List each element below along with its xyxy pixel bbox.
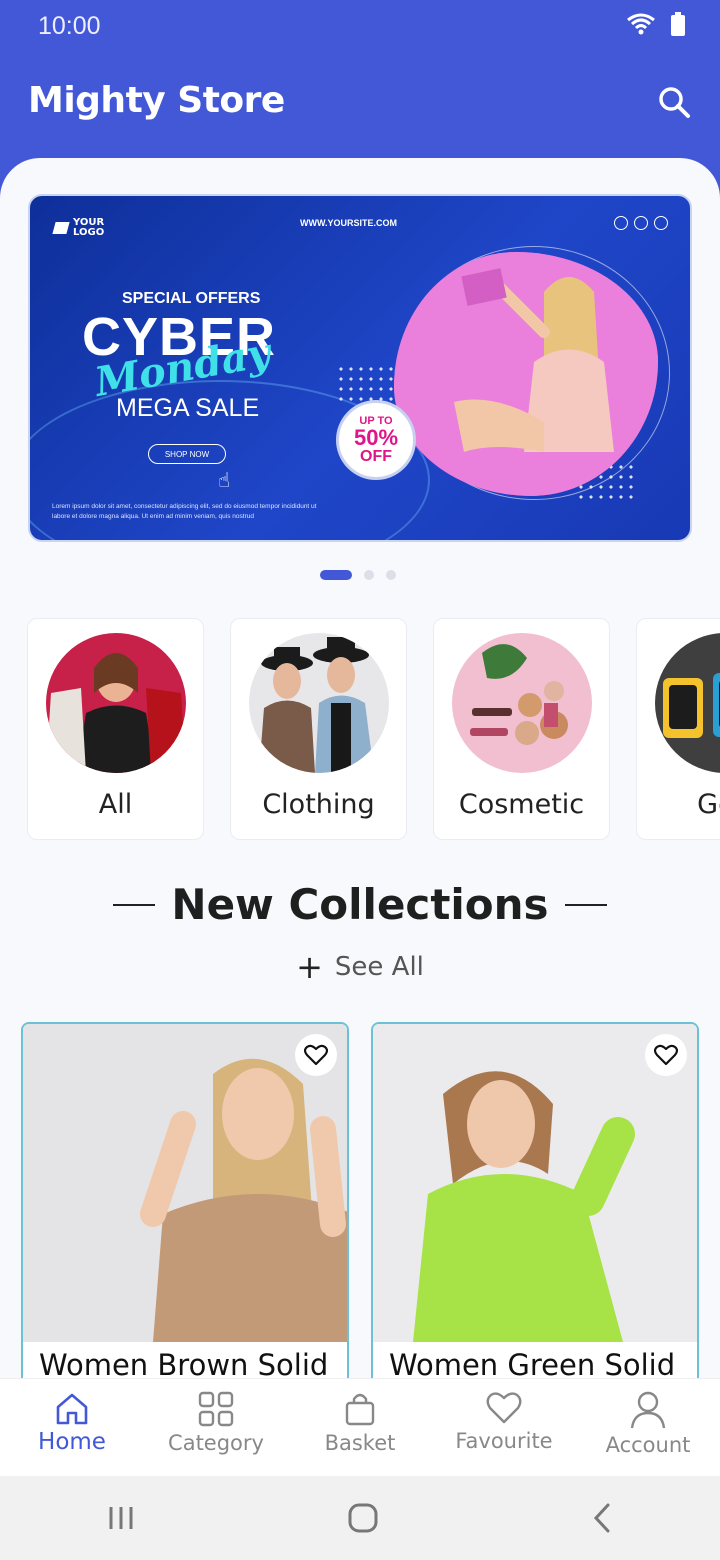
nav-basket-label: Basket [324, 1431, 396, 1455]
banner-page-indicator [320, 570, 396, 580]
heart-icon [654, 1044, 678, 1066]
heart-icon [486, 1392, 522, 1424]
logo-mark-icon [52, 222, 70, 234]
banner-mega-sale: MEGA SALE [116, 394, 260, 422]
category-all[interactable]: All [27, 618, 204, 840]
nav-account[interactable]: Account [576, 1379, 720, 1476]
back-icon[interactable] [590, 1502, 614, 1534]
title-right-dash [564, 903, 607, 906]
category-gen-label: Gen [697, 789, 720, 820]
banner-dots-decoration [336, 364, 396, 404]
banner-lorem-text: Lorem ipsum dolor sit amet, consectetur … [52, 503, 317, 520]
category-gen-image [655, 633, 720, 773]
category-cosmetic-label: Cosmetic [458, 789, 585, 820]
heart-icon [304, 1044, 328, 1066]
category-cosmetic-image [452, 633, 592, 773]
search-button[interactable] [652, 80, 696, 124]
nav-category-label: Category [168, 1431, 264, 1455]
section-title: New Collections [0, 880, 720, 929]
banner-social-icons [614, 216, 668, 230]
search-icon [659, 87, 690, 118]
favourite-button[interactable] [295, 1034, 337, 1076]
product-name: Women Brown Solid [39, 1348, 329, 1378]
category-gen[interactable]: Gen [636, 618, 720, 840]
app-title: Mighty Store [28, 80, 285, 121]
product-card[interactable]: Women Brown Solid [21, 1022, 349, 1378]
product-image [373, 1024, 697, 1342]
plus-icon: + [296, 948, 323, 986]
badge-off: OFF [360, 447, 392, 465]
grid-icon [198, 1391, 234, 1427]
page-dot[interactable] [364, 570, 374, 580]
nav-account-label: Account [605, 1433, 691, 1457]
home-icon [56, 1393, 88, 1425]
category-clothing-label: Clothing [262, 789, 375, 820]
recent-apps-icon[interactable] [106, 1503, 136, 1533]
facebook-icon [614, 216, 628, 230]
banner-site: WWW.YOURSITE.COM [300, 218, 397, 228]
home-button-icon[interactable] [347, 1502, 379, 1534]
discount-badge: UP TO 50% OFF [336, 400, 416, 480]
product-card[interactable]: Women Green Solid [371, 1022, 699, 1378]
nav-home[interactable]: Home [0, 1379, 144, 1476]
user-icon [630, 1391, 666, 1429]
nav-favourite[interactable]: Favourite [432, 1379, 576, 1476]
category-all-label: All [98, 789, 133, 820]
content-sheet: YOUR LOGO WWW.YOURSITE.COM SPECIAL OFFER… [0, 158, 720, 1378]
category-list: All Clothing Cosmetic G [27, 618, 720, 840]
instagram-icon [634, 216, 648, 230]
nav-favourite-label: Favourite [455, 1429, 553, 1453]
bag-icon [345, 1393, 375, 1426]
product-image [23, 1024, 347, 1342]
pointer-hand-icon: ☝ [218, 468, 231, 492]
page-dot[interactable] [386, 570, 396, 580]
banner-logo-text: YOUR LOGO [73, 217, 105, 238]
nav-category[interactable]: Category [144, 1379, 288, 1476]
page-dot-active[interactable] [320, 570, 352, 580]
status-time: 10:00 [38, 12, 101, 40]
category-clothing[interactable]: Clothing [230, 618, 407, 840]
see-all-label: See All [334, 952, 424, 982]
wifi-icon [627, 13, 655, 35]
category-cosmetic[interactable]: Cosmetic [433, 618, 610, 840]
category-clothing-image [249, 633, 389, 773]
see-all-link[interactable]: + See All [0, 948, 720, 986]
bottom-navigation: Home Category Basket Favourite Account [0, 1378, 720, 1476]
favourite-button[interactable] [645, 1034, 687, 1076]
banner-shop-now-button[interactable]: SHOP NOW [148, 444, 226, 464]
system-navigation-bar [0, 1476, 720, 1560]
badge-percent: 50% [353, 424, 399, 450]
status-icons [626, 12, 686, 36]
section-title-text: New Collections [171, 880, 549, 929]
twitter-icon [654, 216, 668, 230]
status-bar: 10:00 [0, 0, 720, 56]
nav-home-label: Home [38, 1429, 106, 1455]
promo-banner[interactable]: YOUR LOGO WWW.YOURSITE.COM SPECIAL OFFER… [28, 194, 692, 542]
nav-basket[interactable]: Basket [288, 1379, 432, 1476]
category-all-image [46, 633, 186, 773]
banner-logo: YOUR LOGO [52, 217, 105, 238]
product-name: Women Green Solid [389, 1348, 676, 1378]
title-left-dash [113, 903, 156, 906]
battery-icon [671, 12, 685, 36]
